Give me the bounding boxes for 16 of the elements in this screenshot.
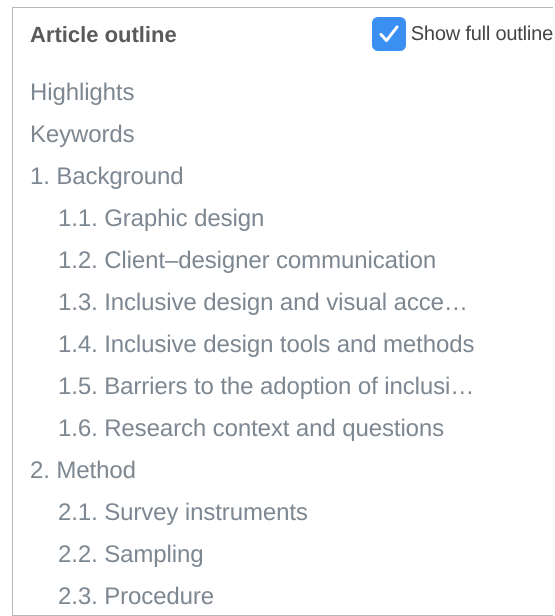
outline-link[interactable]: Keywords	[30, 114, 135, 156]
outline-link[interactable]: 2.2. Sampling	[58, 534, 204, 576]
outline-link[interactable]: 1.5. Barriers to the adoption of inclusi…	[58, 366, 474, 408]
outline-link[interactable]: 1. Background	[30, 156, 184, 198]
outline-link[interactable]: 2.3. Procedure	[58, 576, 214, 615]
outline-link[interactable]: 1.3. Inclusive design and visual acce…	[58, 282, 468, 324]
checkbox-icon[interactable]	[372, 17, 406, 51]
outline-link[interactable]: 2. Method	[30, 450, 136, 492]
show-full-outline-checkbox[interactable]: Show full outline	[372, 17, 553, 51]
outline-link[interactable]: 2.1. Survey instruments	[58, 492, 308, 534]
outline-link[interactable]: Highlights	[30, 72, 134, 114]
panel-title: Article outline	[30, 20, 177, 48]
outline-link[interactable]: 1.2. Client–designer communication	[58, 240, 436, 282]
outline-link[interactable]: 1.6. Research context and questions	[58, 408, 444, 450]
outline-link[interactable]: 1.4. Inclusive design tools and methods	[58, 324, 474, 366]
outline-link[interactable]: 1.1. Graphic design	[58, 198, 264, 240]
